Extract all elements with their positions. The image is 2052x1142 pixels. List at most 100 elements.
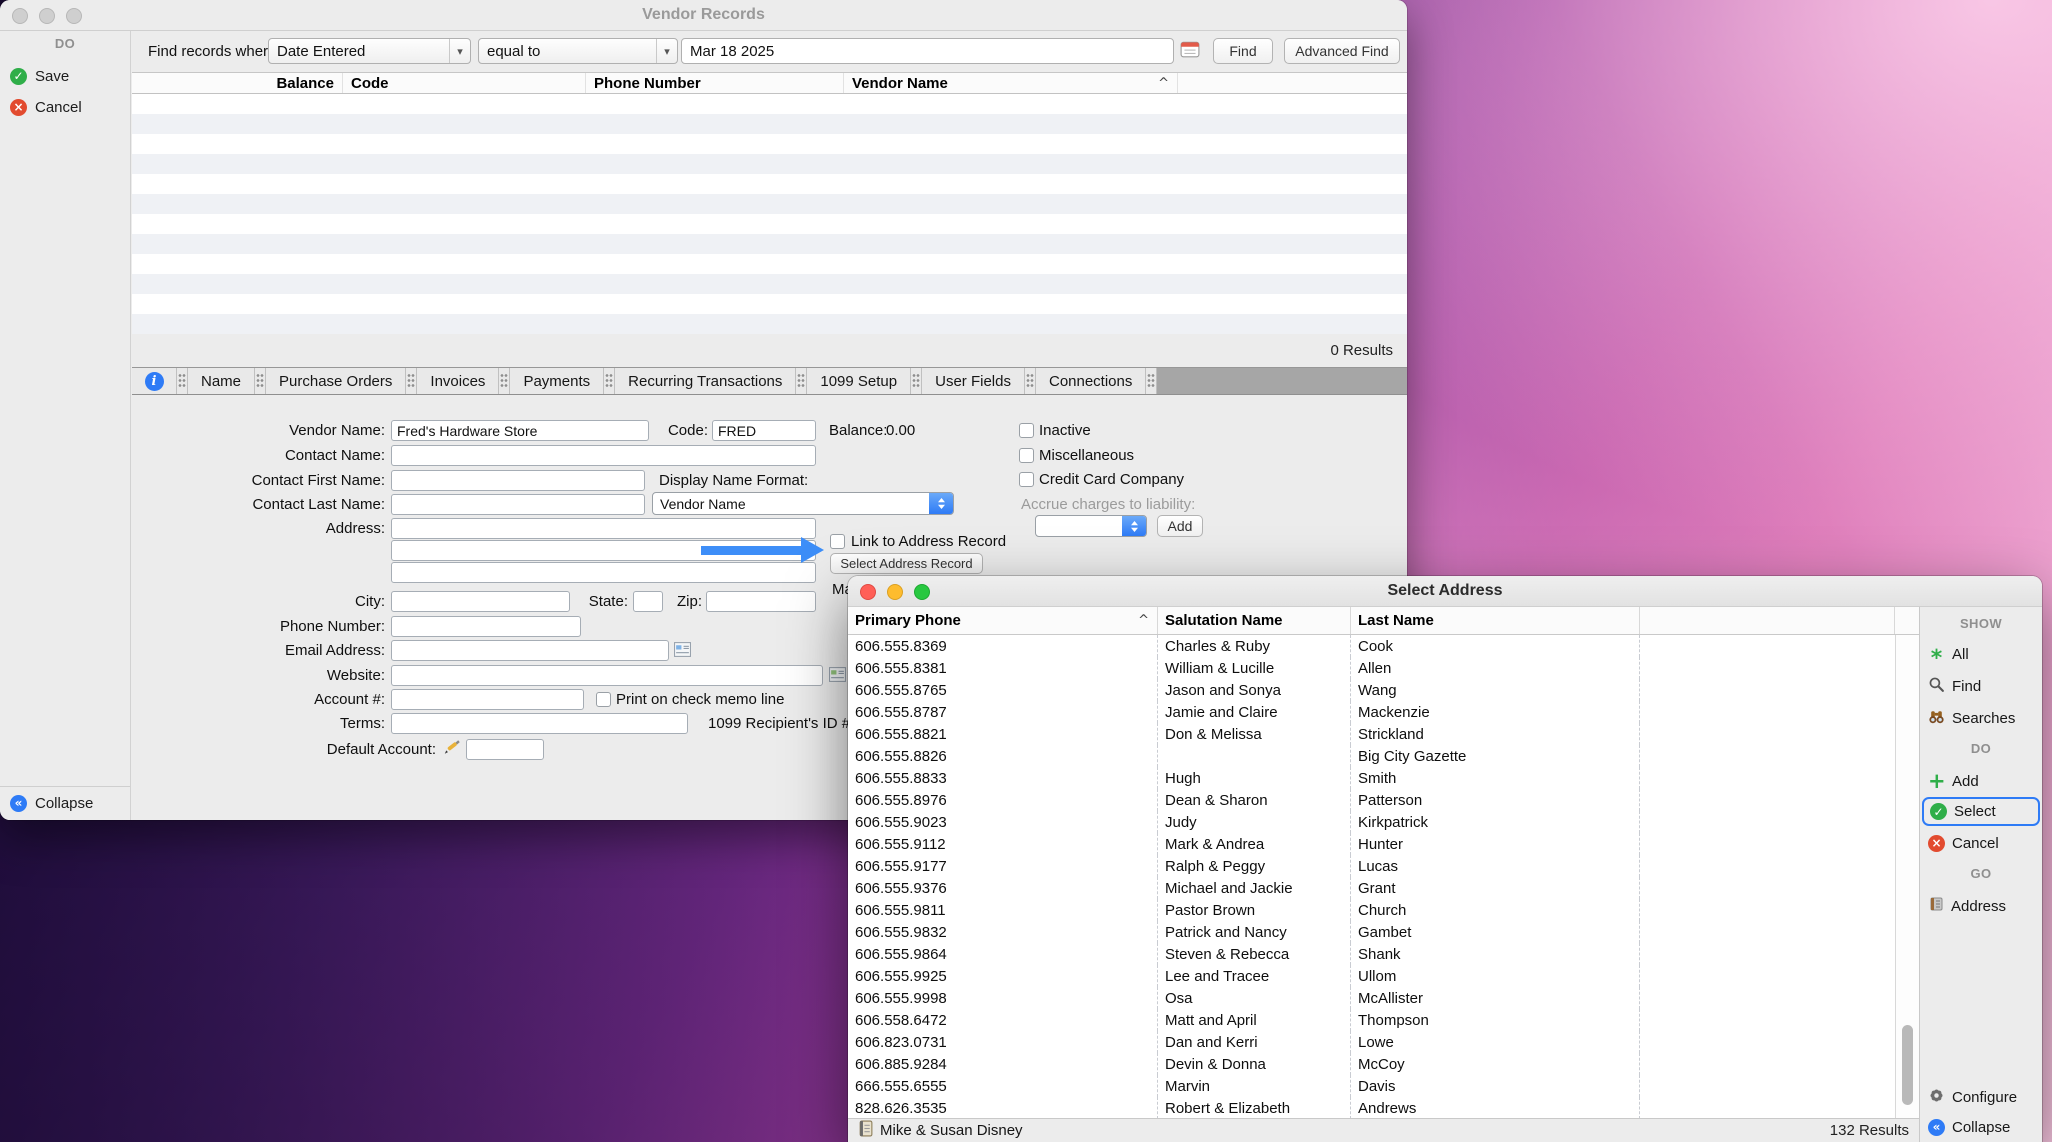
tab-invoices[interactable]: Invoices bbox=[417, 368, 498, 394]
credit-card-company-checkbox[interactable] bbox=[1019, 472, 1034, 487]
account-number-input[interactable] bbox=[391, 689, 584, 710]
address-row[interactable]: 606.555.9998OsaMcAllister bbox=[848, 987, 1895, 1009]
tab-drag-handle[interactable] bbox=[498, 368, 510, 394]
scrollbar-thumb[interactable] bbox=[1902, 1025, 1913, 1105]
contact-name-input[interactable] bbox=[391, 445, 816, 466]
column-header-code[interactable]: Code bbox=[343, 73, 586, 93]
address-row[interactable]: 606.555.8821Don & MelissaStrickland bbox=[848, 723, 1895, 745]
scrollbar-track[interactable] bbox=[1895, 635, 1919, 1118]
default-account-input[interactable] bbox=[466, 739, 544, 760]
inactive-checkbox[interactable] bbox=[1019, 423, 1034, 438]
zip-input[interactable] bbox=[706, 591, 816, 612]
find-value-input[interactable] bbox=[681, 38, 1174, 64]
print-on-check-checkbox[interactable] bbox=[596, 692, 611, 707]
address-row[interactable]: 606.555.8976Dean & SharonPatterson bbox=[848, 789, 1895, 811]
address-row[interactable]: 606.555.9177Ralph & PeggyLucas bbox=[848, 855, 1895, 877]
vendor-result-row[interactable] bbox=[132, 214, 1407, 234]
address-row[interactable]: 606.555.8833HughSmith bbox=[848, 767, 1895, 789]
tab-drag-handle[interactable] bbox=[405, 368, 417, 394]
tab-1099-setup[interactable]: 1099 Setup bbox=[807, 368, 910, 394]
tab-drag-handle[interactable] bbox=[603, 368, 615, 394]
configure-button[interactable]: Configure bbox=[1928, 1085, 2017, 1109]
address-row[interactable]: 606.555.9864Steven & RebeccaShank bbox=[848, 943, 1895, 965]
accrue-liability-dropdown[interactable] bbox=[1035, 515, 1147, 537]
advanced-find-button[interactable]: Advanced Find bbox=[1284, 38, 1400, 64]
vendor-result-row[interactable] bbox=[132, 254, 1407, 274]
vendor-result-row[interactable] bbox=[132, 134, 1407, 154]
find-field-dropdown[interactable]: Date Entered ▾ bbox=[268, 38, 471, 64]
vendor-result-row[interactable] bbox=[132, 194, 1407, 214]
address-row[interactable]: 606.555.9023JudyKirkpatrick bbox=[848, 811, 1895, 833]
tab-connections[interactable]: Connections bbox=[1036, 368, 1145, 394]
vendor-result-row[interactable] bbox=[132, 174, 1407, 194]
tab-name[interactable]: Name bbox=[188, 368, 254, 394]
vendor-result-row[interactable] bbox=[132, 114, 1407, 134]
tab-recurring-transactions[interactable]: Recurring Transactions bbox=[615, 368, 795, 394]
address-row[interactable]: 606.555.9112Mark & AndreaHunter bbox=[848, 833, 1895, 855]
vendor-result-row[interactable] bbox=[132, 294, 1407, 314]
vendor-result-row[interactable] bbox=[132, 274, 1407, 294]
address-row[interactable]: 606.555.9832Patrick and NancyGambet bbox=[848, 921, 1895, 943]
select-button[interactable]: ✓ Select bbox=[1922, 797, 2040, 826]
select-titlebar[interactable]: Select Address bbox=[848, 576, 2042, 607]
city-input[interactable] bbox=[391, 591, 570, 612]
collapse-button[interactable]: « Collapse bbox=[1928, 1115, 2010, 1139]
vendor-titlebar[interactable]: Vendor Records bbox=[0, 0, 1407, 31]
address-line1-input[interactable] bbox=[391, 518, 816, 539]
vendor-result-row[interactable] bbox=[132, 234, 1407, 254]
email-card-icon[interactable] bbox=[674, 642, 691, 662]
contact-first-name-input[interactable] bbox=[391, 470, 645, 491]
minimize-window-button[interactable] bbox=[39, 8, 55, 24]
display-name-format-dropdown[interactable]: Vendor Name bbox=[652, 492, 954, 515]
website-card-icon[interactable] bbox=[829, 667, 846, 687]
tab-drag-handle[interactable] bbox=[254, 368, 266, 394]
address-row[interactable]: 606.555.9811Pastor BrownChurch bbox=[848, 899, 1895, 921]
close-window-button[interactable] bbox=[12, 8, 28, 24]
address-row[interactable]: 606.555.8826Big City Gazette bbox=[848, 745, 1895, 767]
miscellaneous-checkbox[interactable] bbox=[1019, 448, 1034, 463]
terms-input[interactable] bbox=[391, 713, 688, 734]
email-address-input[interactable] bbox=[391, 640, 669, 661]
info-tab[interactable]: i bbox=[132, 368, 176, 394]
cancel-button[interactable]: × Cancel bbox=[1928, 831, 1999, 855]
website-input[interactable] bbox=[391, 665, 823, 686]
column-header-phone-number[interactable]: Phone Number bbox=[586, 73, 844, 93]
vendor-name-input[interactable] bbox=[391, 420, 649, 441]
address-row[interactable]: 606.555.8787Jamie and ClaireMackenzie bbox=[848, 701, 1895, 723]
zoom-window-button[interactable] bbox=[914, 584, 930, 600]
show-all-button[interactable]: * All bbox=[1928, 642, 1969, 666]
column-header-last-name[interactable]: Last Name bbox=[1351, 607, 1640, 634]
vendor-result-row[interactable] bbox=[132, 314, 1407, 334]
find-button[interactable]: Find bbox=[1928, 674, 1981, 698]
address-row[interactable]: 606.555.8369Charles & RubyCook bbox=[848, 635, 1895, 657]
address-row[interactable]: 828.626.3535Robert & ElizabethAndrews bbox=[848, 1097, 1895, 1118]
contact-last-name-input[interactable] bbox=[391, 494, 645, 515]
address-row[interactable]: 606.555.9376Michael and JackieGrant bbox=[848, 877, 1895, 899]
address-row[interactable]: 606.558.6472Matt and AprilThompson bbox=[848, 1009, 1895, 1031]
column-header-balance[interactable]: Balance bbox=[132, 73, 343, 93]
address-row[interactable]: 606.555.8381William & LucilleAllen bbox=[848, 657, 1895, 679]
address-button[interactable]: Address bbox=[1928, 894, 2006, 918]
collapse-button[interactable]: « Collapse bbox=[10, 792, 93, 814]
tab-payments[interactable]: Payments bbox=[510, 368, 603, 394]
searches-button[interactable]: Searches bbox=[1928, 706, 2015, 730]
cancel-button[interactable]: × Cancel bbox=[10, 96, 82, 118]
select-address-record-button[interactable]: Select Address Record bbox=[830, 553, 983, 574]
tab-drag-handle[interactable] bbox=[1024, 368, 1036, 394]
address-row[interactable]: 606.885.9284Devin & DonnaMcCoy bbox=[848, 1053, 1895, 1075]
find-operator-dropdown[interactable]: equal to ▾ bbox=[478, 38, 678, 64]
tab-user-fields[interactable]: User Fields bbox=[922, 368, 1024, 394]
column-header-salutation-name[interactable]: Salutation Name bbox=[1158, 607, 1351, 634]
find-button[interactable]: Find bbox=[1213, 38, 1273, 64]
tab-drag-handle[interactable] bbox=[910, 368, 922, 394]
column-header-vendor-name[interactable]: Vendor Name ^ bbox=[844, 73, 1178, 93]
save-button[interactable]: ✓ Save bbox=[10, 65, 69, 87]
close-window-button[interactable] bbox=[860, 584, 876, 600]
column-header-primary-phone[interactable]: Primary Phone ^ bbox=[848, 607, 1158, 634]
brush-icon[interactable] bbox=[443, 738, 461, 761]
address-row[interactable]: 606.555.8765Jason and SonyaWang bbox=[848, 679, 1895, 701]
address-row[interactable]: 606.823.0731Dan and KerriLowe bbox=[848, 1031, 1895, 1053]
zoom-window-button[interactable] bbox=[66, 8, 82, 24]
phone-number-input[interactable] bbox=[391, 616, 581, 637]
address-row[interactable]: 666.555.6555MarvinDavis bbox=[848, 1075, 1895, 1097]
